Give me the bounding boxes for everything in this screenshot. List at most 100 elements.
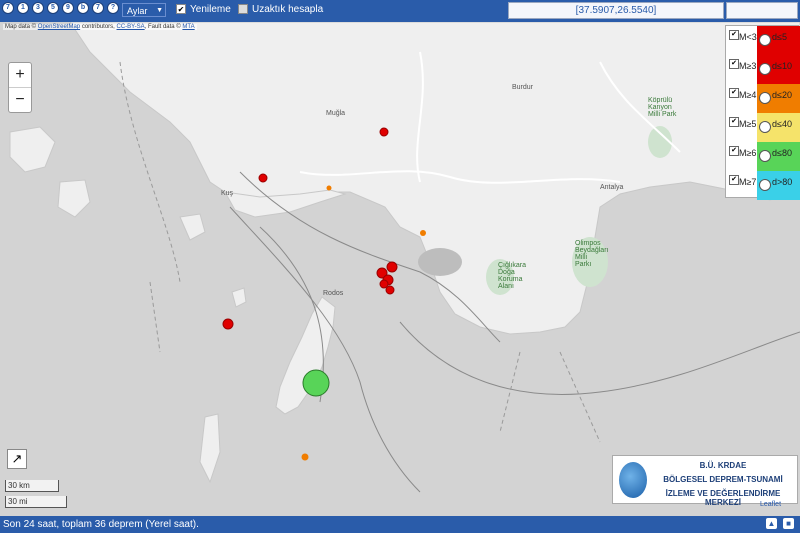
land-mainland: [69, 22, 800, 335]
scale-mi: 30 mi: [5, 496, 67, 508]
legend-checkbox[interactable]: ✔: [729, 59, 739, 69]
legend-magnitude: M≥5: [739, 119, 757, 129]
logo-line-2: BÖLGESEL DEPREM-TSUNAMİ: [663, 475, 783, 484]
status-bar: Son 24 saat, toplam 36 deprem (Yerel saa…: [0, 516, 800, 533]
label-cigdem: Çığlıkara Doğa Koruma Alanı: [498, 262, 527, 290]
legend-row-1: ✔ M<3 d≤5: [726, 26, 800, 55]
quake-marker: [379, 127, 389, 137]
fault-line: [399, 321, 800, 395]
legend-dot: [759, 150, 771, 162]
zoom-control: + −: [8, 62, 32, 113]
osm-link[interactable]: OpenStreetMap: [38, 24, 80, 30]
toolbar-right-box: [726, 2, 798, 19]
toolbar-icon-4[interactable]: 5: [47, 2, 59, 14]
coordinate-readout: [37.5907,26.5540]: [508, 2, 724, 19]
legend-checkbox[interactable]: ✔: [729, 30, 739, 40]
quake-marker: [302, 369, 330, 397]
legend-depth: d>80: [772, 177, 793, 187]
institution-logo-box: B.Ü. KRDAE BÖLGESEL DEPREM-TSUNAMİ İZLEM…: [612, 455, 798, 507]
toolbar-icon-7[interactable]: 7: [92, 2, 104, 14]
toolbar-icon-6[interactable]: b: [77, 2, 89, 14]
legend-checkbox[interactable]: ✔: [729, 117, 739, 127]
legend-dot: [759, 63, 771, 75]
legend-row-6: ✔ M≥7 d>80: [726, 171, 800, 200]
legend-dot: [759, 34, 771, 46]
label-olimpos: Olimpos Beydağları Milli Parkı: [575, 240, 609, 268]
quake-marker: [301, 453, 309, 461]
label-kus: Kuş: [221, 190, 234, 197]
quake-marker: [326, 185, 332, 191]
legend-row-5: ✔ M≥6 d≤80: [726, 142, 800, 171]
quake-marker: [385, 285, 395, 295]
land-rhodes: [275, 296, 336, 415]
land-island-5: [231, 287, 247, 308]
legend-checkbox[interactable]: ✔: [729, 146, 739, 156]
legend-depth-band: d>80: [757, 171, 800, 200]
map-attribution: Map data © OpenStreetMap contributors, C…: [3, 24, 197, 30]
legend-depth-band: d≤5: [757, 26, 800, 55]
toolbar-icons: 7 1 3 5 9 b 7 ?: [2, 2, 119, 14]
map-basemap: [9, 22, 800, 493]
label-burdur: Burdur: [512, 84, 534, 91]
top-toolbar: 7 1 3 5 9 b 7 ? Aylar ▼ ✔ Yenileme Uzakt…: [0, 0, 800, 23]
status-text: Son 24 saat, toplam 36 deprem (Yerel saa…: [3, 519, 199, 530]
scroll-up-icon[interactable]: ▲: [766, 518, 777, 529]
attribution-prefix: Map data ©: [5, 24, 37, 30]
leaflet-link[interactable]: Leaflet: [760, 501, 781, 508]
toolbar-icon-5[interactable]: 9: [62, 2, 74, 14]
zoom-in-button[interactable]: +: [9, 63, 31, 87]
legend-depth-band: d≤10: [757, 55, 800, 84]
label-antalya: Antalya: [600, 184, 624, 191]
period-select-value: Aylar: [127, 6, 148, 16]
quake-marker: [258, 173, 268, 183]
mta-link[interactable]: MTA: [182, 24, 194, 30]
legend-depth: d≤10: [772, 61, 792, 71]
legend-row-3: ✔ M≥4 d≤20: [726, 84, 800, 113]
legend-checkbox[interactable]: ✔: [729, 88, 739, 98]
status-icons: ▲ ■: [766, 518, 794, 529]
legend-magnitude: M≥4: [739, 90, 757, 100]
scale-km: 30 km: [5, 480, 59, 492]
land-island-2: [57, 179, 91, 218]
label-rodos: Rodos: [323, 290, 344, 297]
toolbar-icon-1[interactable]: 7: [2, 2, 14, 14]
zoom-out-button[interactable]: −: [9, 88, 31, 112]
urban-area: [418, 248, 462, 276]
label-mugla: Muğla: [326, 110, 346, 117]
legend-depth-band: d≤80: [757, 142, 800, 171]
legend-magnitude: M≥7: [739, 177, 757, 187]
land-island-3: [179, 213, 206, 241]
legend-magnitude: M≥6: [739, 148, 757, 158]
period-select[interactable]: Aylar ▼: [122, 3, 166, 17]
legend-checkbox[interactable]: ✔: [729, 175, 739, 185]
legend-magnitude: M≥3: [739, 61, 757, 71]
land-island-4: [199, 413, 221, 484]
legend-depth-band: d≤20: [757, 84, 800, 113]
refresh-label: Yenileme: [190, 4, 231, 15]
map-view[interactable]: Map data © OpenStreetMap contributors, C…: [0, 22, 800, 516]
legend-dot: [759, 92, 771, 104]
save-icon[interactable]: ■: [783, 518, 794, 529]
refresh-checkbox[interactable]: ✔: [176, 4, 186, 14]
label-koprulu: Köprülü Kanyon Milli Park: [648, 97, 677, 118]
legend-dot: [759, 121, 771, 133]
remote-checkbox[interactable]: [238, 4, 248, 14]
land-island-1: [9, 126, 56, 173]
attribution-fault: , Fault data ©: [144, 24, 181, 30]
license-link[interactable]: CC-BY-SA: [117, 24, 145, 30]
toolbar-icon-3[interactable]: 3: [32, 2, 44, 14]
quake-marker: [222, 318, 234, 330]
toolbar-icon-2[interactable]: 1: [17, 2, 29, 14]
chevron-down-icon: ▼: [156, 7, 163, 14]
legend-depth: d≤40: [772, 119, 792, 129]
quake-marker: [420, 230, 426, 236]
legend-dot: [759, 179, 771, 191]
legend-depth-band: d≤40: [757, 113, 800, 142]
legend-depth: d≤80: [772, 148, 792, 158]
quake-marker: [386, 261, 398, 273]
help-icon[interactable]: ?: [107, 2, 119, 14]
arrow-icon[interactable]: ↗: [7, 449, 27, 469]
legend-panel: ✔ M<3 d≤5 ✔ M≥3 d≤10 ✔ M≥4 d≤20 ✔ M≥5 d≤…: [725, 25, 800, 200]
remote-label: Uzaktık hesapla: [252, 4, 324, 15]
legend-depth: d≤5: [772, 32, 787, 42]
